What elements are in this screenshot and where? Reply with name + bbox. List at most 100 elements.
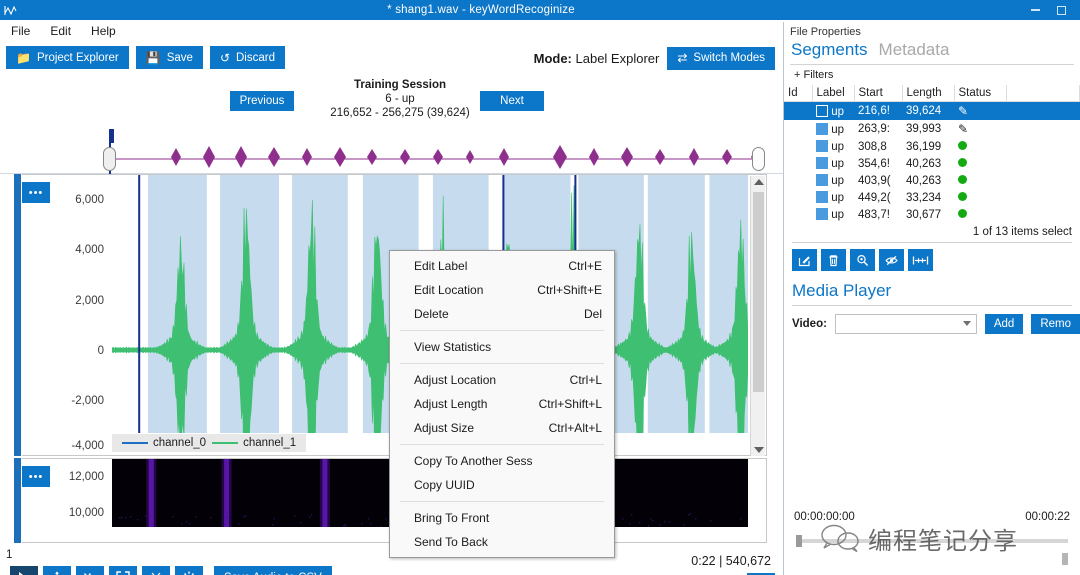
status-edit-pencil-icon: ✎ bbox=[958, 122, 968, 136]
span-segment-button[interactable] bbox=[908, 249, 933, 271]
cell-start: 216,6! bbox=[854, 102, 902, 121]
menu-item[interactable]: Copy UUID bbox=[390, 473, 614, 497]
seekbar-track bbox=[796, 539, 1068, 543]
menu-separator bbox=[400, 444, 604, 445]
spec-y-tick-0: 12,000 bbox=[69, 471, 104, 483]
cursor-arrow-icon bbox=[18, 571, 30, 575]
cell-id bbox=[784, 206, 812, 223]
zoom-segment-button[interactable] bbox=[850, 249, 875, 271]
next-button[interactable]: Next bbox=[480, 91, 544, 111]
edit-segment-button[interactable] bbox=[792, 249, 817, 271]
discard-button[interactable]: ↺ Discard bbox=[210, 46, 285, 69]
scroll-up-arrow[interactable] bbox=[754, 179, 764, 185]
project-explorer-button[interactable]: 📁 Project Explorer bbox=[6, 46, 129, 69]
column-header-label[interactable]: Label bbox=[812, 85, 854, 102]
column-header-status[interactable]: Status bbox=[954, 85, 1006, 102]
overview-cursor-marker[interactable] bbox=[109, 129, 114, 143]
tab-metadata[interactable]: Metadata bbox=[879, 40, 950, 60]
minimize-button[interactable] bbox=[1022, 0, 1048, 20]
seekbar-knob[interactable] bbox=[796, 535, 802, 547]
media-player-video-row: Video: Add Remo bbox=[784, 306, 1080, 334]
segment-context-menu[interactable]: Edit Label Ctrl+E Edit Location Ctrl+Shift+… bbox=[389, 250, 615, 558]
cell-status: ✎ bbox=[954, 102, 1006, 121]
menu-item-file[interactable]: File bbox=[8, 23, 33, 39]
cut-tool-button[interactable] bbox=[142, 566, 170, 575]
tab-segments[interactable]: Segments bbox=[791, 40, 868, 60]
table-row[interactable]: up 483,7! 30,677 bbox=[784, 206, 1080, 223]
menu-item-edit[interactable]: Edit bbox=[47, 23, 74, 39]
segments-body: up 216,6! 39,624 ✎ up 263,9: 39,993 ✎ up 308,8 3… bbox=[784, 102, 1080, 224]
table-row[interactable]: up 354,6! 40,263 bbox=[784, 155, 1080, 172]
edit-square-icon bbox=[798, 254, 811, 267]
menu-item[interactable]: Edit Location Ctrl+Shift+E bbox=[390, 278, 614, 302]
menu-item[interactable]: Send To Back bbox=[390, 530, 614, 554]
overview-right-handle[interactable] bbox=[752, 147, 765, 171]
segments-header-row: Id Label Start Length Status bbox=[784, 85, 1080, 102]
legend-item-channel-0[interactable]: channel_0 bbox=[122, 437, 206, 449]
save-audio-csv-button[interactable]: Save Audio to CSV bbox=[214, 566, 332, 575]
spectrogram-options-button[interactable]: ••• bbox=[22, 466, 50, 487]
fit-tool-button[interactable] bbox=[109, 566, 137, 575]
selection-count: 1 of 13 items select bbox=[784, 223, 1080, 240]
menu-item-help[interactable]: Help bbox=[88, 23, 119, 39]
table-row[interactable]: up 403,9(40,263 bbox=[784, 172, 1080, 189]
video-label: Video: bbox=[792, 318, 827, 330]
add-video-button[interactable]: Add bbox=[985, 314, 1023, 334]
table-row[interactable]: up 263,9: 39,993 ✎ bbox=[784, 120, 1080, 138]
filters-toggle[interactable]: + Filters bbox=[784, 65, 1080, 85]
mode-area: Mode: Label Explorer ⇄ Switch Modes bbox=[500, 46, 775, 70]
cell-status bbox=[954, 138, 1006, 155]
chevron-down-icon bbox=[963, 321, 971, 326]
media-player-volume-knob[interactable] bbox=[1062, 553, 1068, 565]
menu-item[interactable]: Edit Label Ctrl+E bbox=[390, 254, 614, 278]
axis-tool-button[interactable]: Xy bbox=[76, 566, 104, 575]
chart-vertical-scrollbar[interactable] bbox=[750, 176, 765, 456]
column-header-start[interactable]: Start bbox=[854, 85, 902, 102]
save-button[interactable]: 💾 Save bbox=[136, 46, 203, 69]
table-row[interactable]: up 449,2(33,234 bbox=[784, 189, 1080, 206]
restore-button[interactable] bbox=[1048, 0, 1074, 20]
cell-start: 354,6! bbox=[854, 155, 902, 172]
scroll-down-arrow[interactable] bbox=[754, 447, 764, 453]
app-icon bbox=[0, 0, 20, 20]
menu-item[interactable]: Delete Del bbox=[390, 302, 614, 326]
menu-item[interactable]: Adjust Length Ctrl+Shift+L bbox=[390, 392, 614, 416]
y-tick-0: 6,000 bbox=[75, 194, 104, 206]
menu-item[interactable]: Adjust Location Ctrl+L bbox=[390, 368, 614, 392]
session-subtitle: 6 - up bbox=[120, 92, 680, 106]
previous-button[interactable]: Previous bbox=[230, 91, 294, 111]
column-header-id[interactable]: Id bbox=[784, 85, 812, 102]
cell-label: up bbox=[812, 138, 854, 155]
menu-item[interactable]: View Statistics bbox=[390, 335, 614, 359]
settings-tool-button[interactable] bbox=[175, 566, 203, 575]
overview-left-handle[interactable] bbox=[103, 147, 116, 171]
legend-item-channel-1[interactable]: channel_1 bbox=[212, 437, 296, 449]
table-row[interactable]: up 308,8 36,199 bbox=[784, 138, 1080, 155]
pointer-tool-button[interactable] bbox=[10, 566, 38, 575]
delete-segment-button[interactable] bbox=[821, 249, 846, 271]
waveform-y-axis: 6,000 4,000 2,000 0 -2,000 -4,000 bbox=[22, 175, 112, 457]
hide-segment-button[interactable] bbox=[879, 249, 904, 271]
chart-options-button[interactable]: ••• bbox=[22, 182, 50, 203]
column-header-length[interactable]: Length bbox=[902, 85, 954, 102]
editor-tool-group: Xy bbox=[10, 566, 332, 575]
video-select[interactable] bbox=[835, 314, 977, 334]
menu-item[interactable]: Bring To Front bbox=[390, 506, 614, 530]
segments-divider bbox=[792, 242, 1072, 243]
label-color-chip bbox=[816, 157, 828, 169]
remove-video-button[interactable]: Remo bbox=[1031, 314, 1080, 334]
menu-item-label: Adjust Length bbox=[414, 397, 487, 411]
pan-tool-button[interactable] bbox=[43, 566, 71, 575]
menu-separator bbox=[400, 330, 604, 331]
media-player-seekbar[interactable] bbox=[796, 535, 1068, 547]
discard-label: Discard bbox=[236, 52, 275, 64]
scroll-thumb[interactable] bbox=[753, 192, 764, 392]
menu-item[interactable]: Copy To Another Sess bbox=[390, 449, 614, 473]
menu-item-shortcut: Ctrl+Shift+L bbox=[521, 397, 602, 411]
panel-tabs: Segments Metadata bbox=[784, 40, 1080, 60]
switch-modes-button[interactable]: ⇄ Switch Modes bbox=[667, 47, 775, 70]
table-row[interactable]: up 216,6! 39,624 ✎ bbox=[784, 102, 1080, 121]
spec-y-tick-1: 10,000 bbox=[69, 507, 104, 519]
menu-item[interactable]: Adjust Size Ctrl+Alt+L bbox=[390, 416, 614, 440]
overview-strip[interactable] bbox=[0, 128, 783, 174]
